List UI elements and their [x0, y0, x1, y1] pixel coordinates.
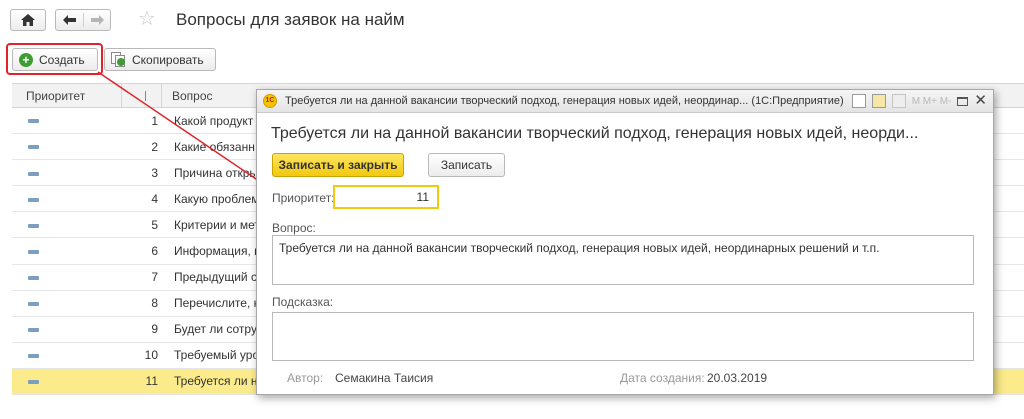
priority-cell: [12, 244, 122, 258]
save-button[interactable]: Записать: [428, 153, 505, 177]
priority-label: Приоритет:: [272, 191, 335, 205]
dash-icon: [28, 145, 39, 150]
dash-icon: [28, 275, 39, 280]
number-cell: 4: [151, 191, 158, 206]
annotation-highlight-frame: [6, 43, 103, 75]
priority-cell: [12, 270, 122, 284]
question-form-window: 1C Требуется ли на данной вакансии творч…: [256, 89, 994, 395]
page-title: Вопросы для заявок на найм: [176, 10, 405, 29]
dash-icon: [28, 354, 39, 359]
copy-button[interactable]: Скопировать: [104, 48, 216, 71]
calculator-icon[interactable]: [891, 94, 906, 108]
number-cell: 1: [151, 113, 158, 128]
dash-icon: [28, 119, 39, 124]
created-date-label: Дата создания:: [620, 371, 705, 385]
star-icon[interactable]: ☆: [138, 8, 156, 30]
memory-icons[interactable]: M M+ M-: [912, 96, 952, 107]
author-value: Семакина Таисия: [335, 371, 434, 385]
arrow-right-icon[interactable]: [90, 15, 104, 25]
dash-icon: [28, 302, 39, 307]
hint-textarea[interactable]: [272, 312, 974, 361]
app-logo-icon: 1C: [263, 94, 277, 108]
window-titlebar[interactable]: 1C Требуется ли на данной вакансии творч…: [257, 90, 993, 113]
close-icon[interactable]: ✕: [974, 93, 987, 108]
priority-cell: [12, 348, 122, 362]
dash-icon: [28, 197, 39, 202]
created-date-value: 20.03.2019: [707, 371, 768, 385]
history-nav: [55, 9, 111, 31]
priority-cell: [12, 322, 122, 336]
author-label: Автор:: [287, 371, 324, 385]
priority-cell: [12, 192, 122, 206]
number-cell: 11: [145, 374, 158, 389]
number-cell: 8: [151, 296, 158, 311]
hint-label: Подсказка:: [272, 295, 334, 309]
question-textarea[interactable]: Требуется ли на данной вакансии творческ…: [272, 235, 974, 285]
column-header-priority[interactable]: Приоритет: [12, 84, 122, 107]
dash-icon: [28, 223, 39, 228]
column-header-number[interactable]: [122, 84, 162, 107]
favorite-window-icon[interactable]: [851, 94, 866, 108]
number-cell: 5: [151, 217, 158, 232]
priority-cell: [12, 114, 122, 128]
priority-cell: [12, 140, 122, 154]
number-cell: 10: [144, 348, 158, 363]
save-and-close-button[interactable]: Записать и закрыть: [272, 153, 404, 177]
dash-icon: [28, 380, 39, 385]
priority-cell: [12, 166, 122, 180]
question-label: Вопрос:: [272, 221, 316, 235]
number-cell: 2: [151, 139, 158, 154]
priority-cell: [12, 218, 122, 232]
priority-cell: [12, 296, 122, 310]
calendar-icon[interactable]: [871, 94, 886, 108]
maximize-icon[interactable]: [957, 96, 969, 106]
number-cell: 3: [151, 165, 158, 180]
number-cell: 9: [151, 322, 158, 337]
dash-icon: [28, 249, 39, 254]
titlebar-icons: M M+ M- ✕: [851, 93, 987, 108]
number-cell: 7: [151, 270, 158, 285]
copy-button-label: Скопировать: [132, 52, 204, 67]
priority-input[interactable]: 11: [333, 185, 439, 209]
priority-cell: [12, 374, 122, 388]
copy-icon: [111, 52, 126, 67]
window-title: Требуется ли на данной вакансии творческ…: [285, 95, 844, 107]
nav-separator: [82, 13, 84, 27]
dash-icon: [28, 328, 39, 333]
home-button[interactable]: [10, 9, 46, 31]
dash-icon: [28, 171, 39, 176]
form-heading: Требуется ли на данной вакансии творческ…: [271, 125, 919, 142]
number-cell: 6: [151, 244, 158, 259]
home-icon: [21, 14, 35, 26]
arrow-left-icon[interactable]: [62, 15, 76, 25]
